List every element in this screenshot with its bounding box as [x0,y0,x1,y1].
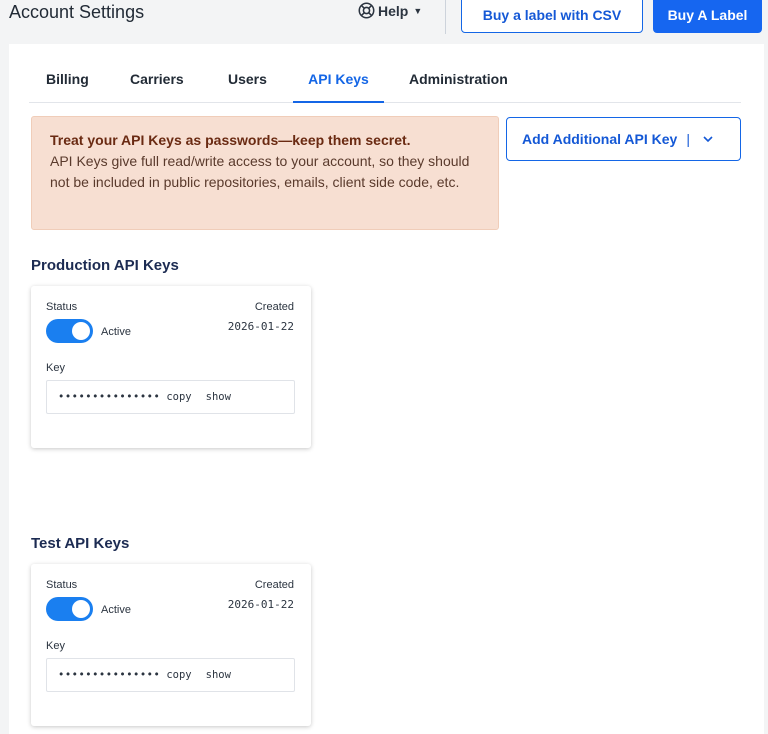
status-value: Active [101,604,131,616]
test-key-card: Status Created Active 2026-01-22 Key •••… [31,564,311,726]
page-title: Account Settings [9,2,145,22]
show-key-link[interactable]: show [206,391,231,403]
add-api-key-button[interactable]: Add Additional API Key | [506,117,741,161]
show-key-link[interactable]: show [206,669,231,681]
add-api-key-label: Add Additional API Key [522,131,678,147]
toggle-knob [72,600,90,618]
api-key-field: ••••••••••••••• copy show [46,658,295,692]
copy-key-link[interactable]: copy [166,391,191,403]
production-keys-title: Production API Keys [31,257,179,274]
alert-body: API Keys give full read/write access to … [50,153,470,190]
status-toggle[interactable] [46,597,93,621]
tab-api-keys[interactable]: API Keys [293,71,384,103]
header-divider [445,0,446,34]
help-menu-button[interactable]: Help ▼ [358,2,422,19]
lifebuoy-icon [358,2,375,19]
copy-key-link[interactable]: copy [166,669,191,681]
chevron-down-icon[interactable] [702,133,714,145]
created-label: Created [254,579,294,591]
created-label: Created [254,301,294,313]
created-date: 2026-01-22 [227,320,294,333]
caret-down-icon: ▼ [413,5,423,16]
alert-title: Treat your API Keys as passwords—keep th… [50,132,411,148]
api-key-warning-alert: Treat your API Keys as passwords—keep th… [31,116,499,230]
buy-label-csv-button[interactable]: Buy a label with CSV [461,0,643,33]
button-separator: | [686,131,690,147]
key-label: Key [46,640,65,652]
key-label: Key [46,362,65,374]
buy-label-button[interactable]: Buy A Label [653,0,762,33]
masked-key: ••••••••••••••• [58,669,161,681]
production-key-card: Status Created Active 2026-01-22 Key •••… [31,286,311,448]
status-label: Status [46,301,78,313]
masked-key: ••••••••••••••• [58,391,161,403]
created-date: 2026-01-22 [227,598,294,611]
tab-billing[interactable]: Billing [46,71,89,103]
api-key-field: ••••••••••••••• copy show [46,380,295,414]
status-value: Active [101,326,131,338]
tab-bar: Billing Carriers Users API Keys Administ… [29,71,741,103]
test-keys-title: Test API Keys [31,535,130,552]
settings-panel: Billing Carriers Users API Keys Administ… [9,44,764,734]
tab-carriers[interactable]: Carriers [130,71,184,103]
help-label: Help [378,2,409,19]
status-toggle[interactable] [46,319,93,343]
header: Account Settings Help ▼ Buy a label with… [0,0,768,44]
toggle-knob [72,322,90,340]
tab-users[interactable]: Users [228,71,267,103]
tab-administration[interactable]: Administration [409,71,508,103]
status-label: Status [46,579,78,591]
